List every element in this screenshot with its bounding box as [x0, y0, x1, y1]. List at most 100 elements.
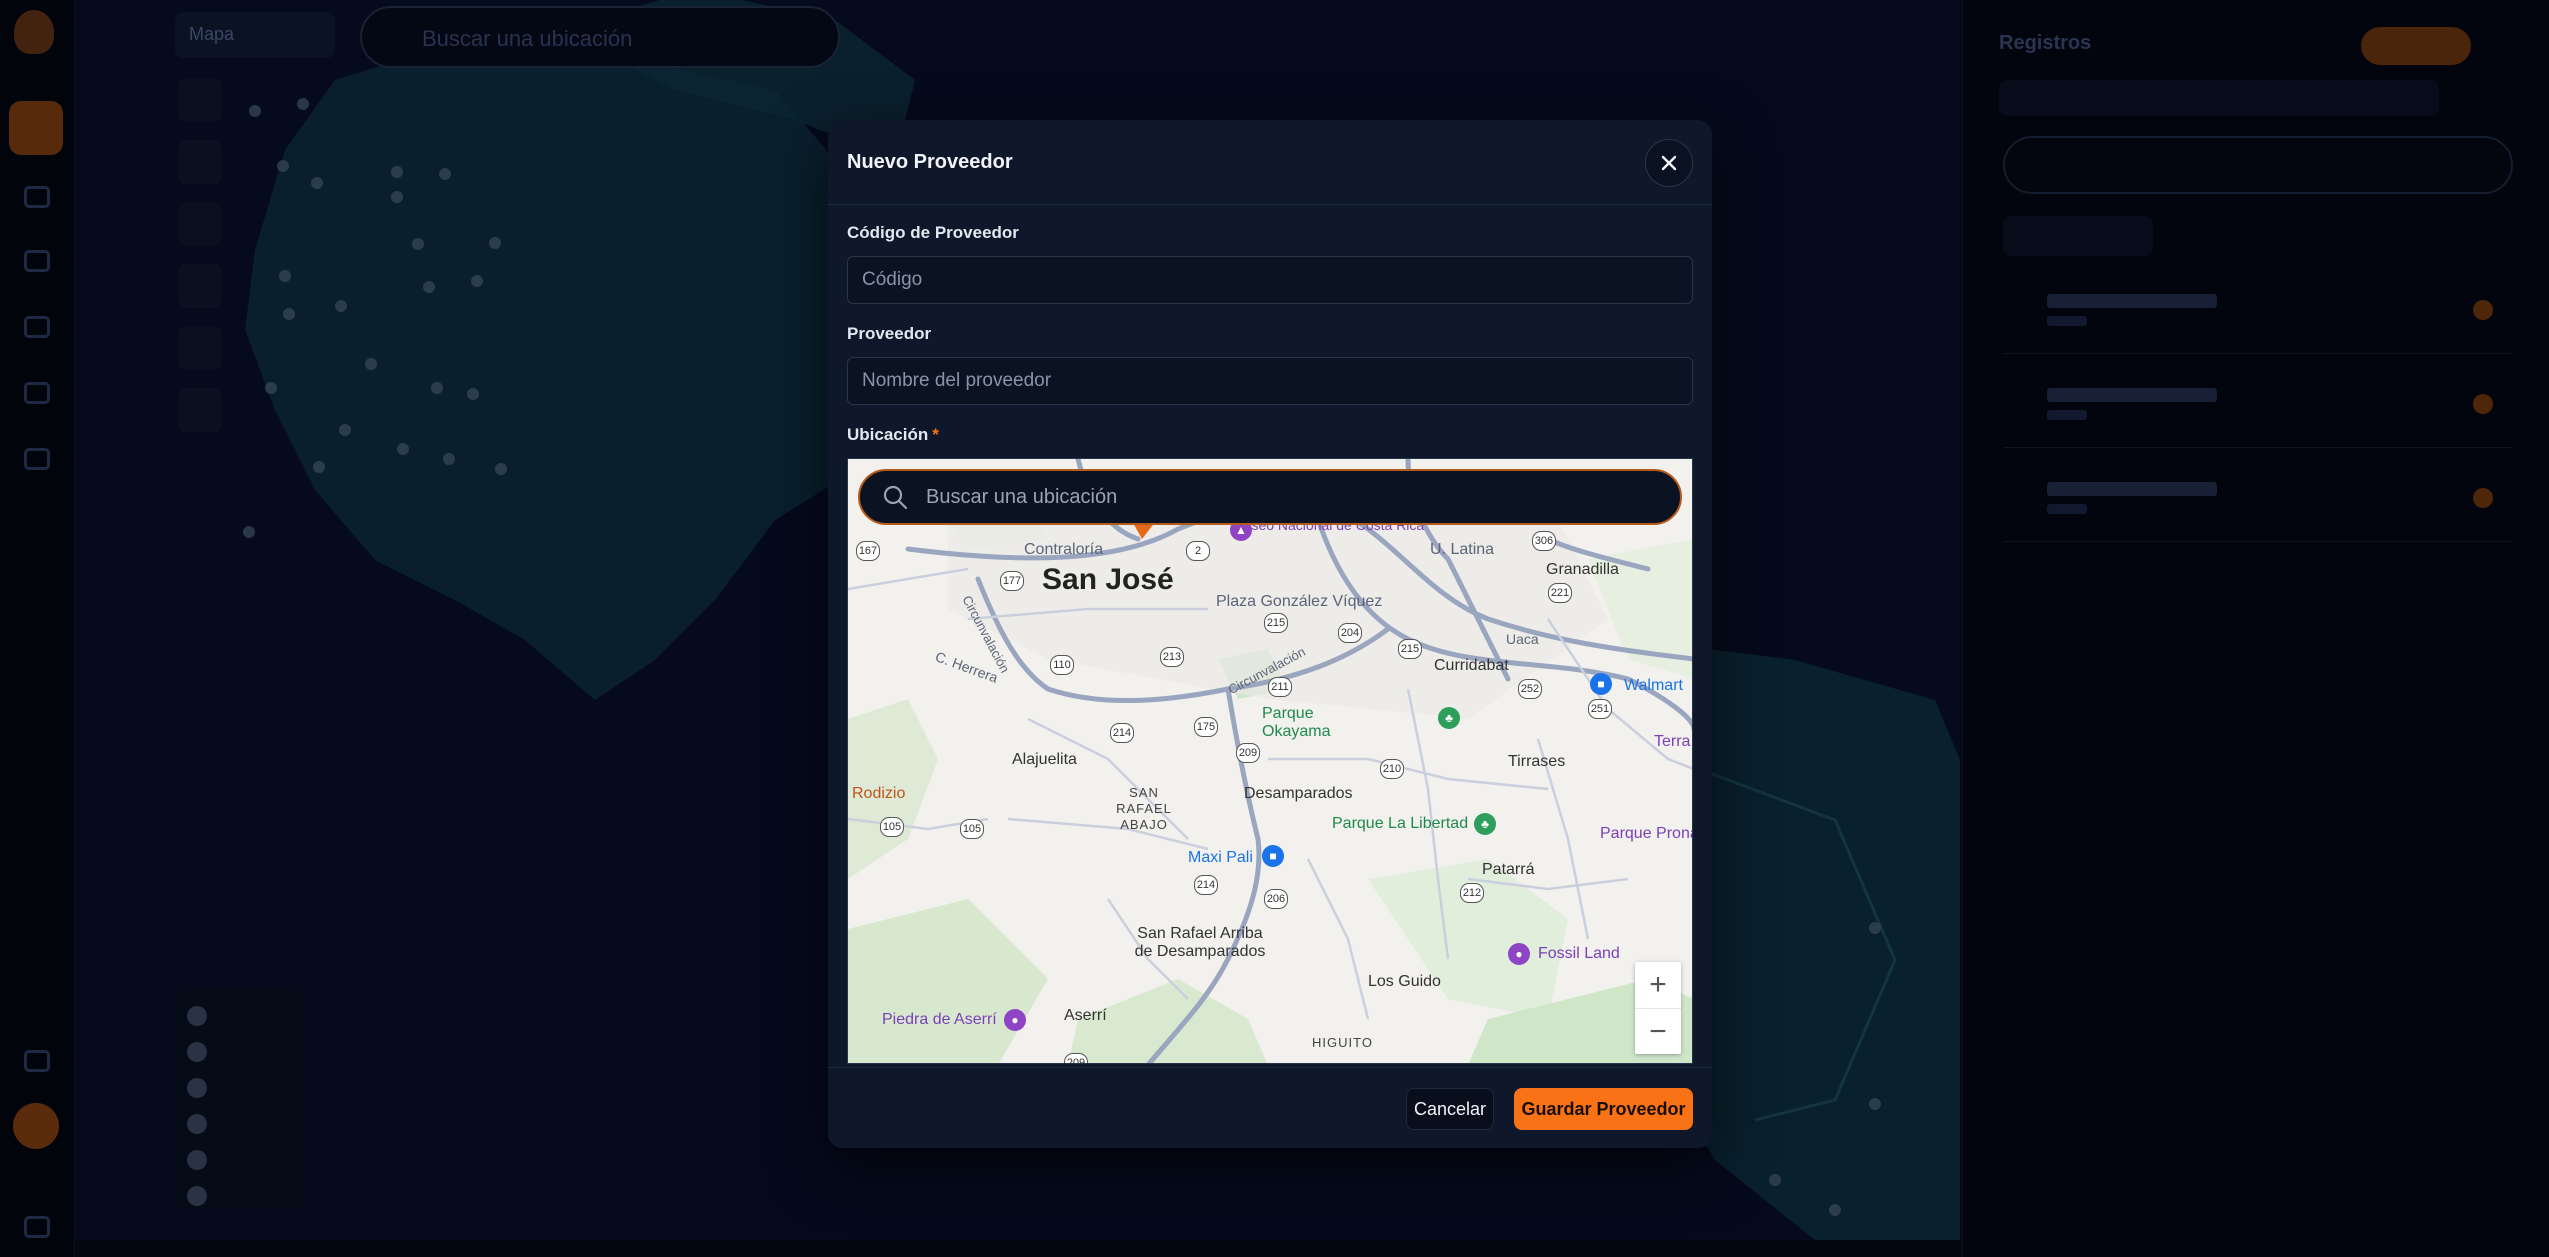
- road-shield: 252: [1518, 679, 1542, 699]
- map-label-walmart: Walmart: [1624, 677, 1683, 694]
- map-label-parque-libertad: Parque La Libertad: [1332, 815, 1469, 832]
- map-label-san-jose: San José: [1042, 563, 1174, 596]
- road-shield: 211: [1268, 677, 1292, 697]
- new-supplier-dialog: Nuevo Proveedor Código de Proveedor Prov…: [828, 120, 1712, 1148]
- dialog-header: Nuevo Proveedor: [828, 120, 1712, 205]
- road-shield: 110: [1050, 655, 1074, 675]
- road-shield: 214: [1110, 723, 1134, 743]
- records-filter-chips[interactable]: [1999, 80, 2439, 116]
- road-shield: 251: [1588, 699, 1612, 719]
- location-map[interactable]: San José Contraloría Museo Nacional de C…: [847, 458, 1693, 1064]
- map-label-desamparados: Desamparados: [1244, 785, 1353, 802]
- nav-settings-icon[interactable]: [24, 382, 50, 404]
- dialog-footer: Cancelar Guardar Proveedor: [828, 1067, 1712, 1148]
- map-label-plaza: Plaza González Víquez: [1216, 593, 1383, 610]
- records-search-input[interactable]: [2003, 136, 2513, 194]
- map-label-fossil-land: Fossil Land: [1538, 945, 1620, 962]
- map-label-maxi-pali: Maxi Pali: [1188, 849, 1253, 866]
- background-search-input[interactable]: Buscar una ubicación: [360, 6, 840, 68]
- map-search-bar[interactable]: [858, 469, 1682, 525]
- attraction-pin-icon[interactable]: ●: [1004, 1009, 1026, 1031]
- map-label-parque-okayama: Parque Okayama: [1262, 705, 1331, 740]
- nav-logout-icon[interactable]: [24, 1216, 50, 1238]
- left-nav-rail: [0, 0, 75, 1257]
- road-shield: 213: [1160, 647, 1184, 667]
- map-label-alajuelita: Alajuelita: [1012, 751, 1077, 768]
- cancel-button[interactable]: Cancelar: [1406, 1088, 1494, 1130]
- road-shield: 2: [1186, 541, 1210, 561]
- map-label-tirrases: Tirrases: [1508, 753, 1566, 770]
- road-shield: 177: [1000, 571, 1024, 591]
- map-label-terra: Terra: [1654, 733, 1691, 750]
- dialog-title: Nuevo Proveedor: [847, 150, 1013, 173]
- road-shield: 204: [1338, 623, 1362, 643]
- bottom-status-bar: [75, 1240, 1960, 1257]
- map-label-aserri: Aserrí: [1064, 1007, 1107, 1024]
- records-action-button[interactable]: [2361, 27, 2471, 65]
- nav-help-icon[interactable]: [24, 1050, 50, 1072]
- attraction-pin-icon[interactable]: ●: [1508, 943, 1530, 965]
- map-label-san-rafael-abajo: SAN RAFAEL ABAJO: [1116, 785, 1172, 832]
- location-label-text: Ubicación: [847, 425, 929, 444]
- search-icon: [883, 485, 908, 510]
- close-icon: [1661, 155, 1677, 171]
- zoom-out-tool-icon[interactable]: [178, 140, 222, 184]
- dialog-body: Código de Proveedor Proveedor Ubicación*: [828, 205, 1712, 1064]
- map-label-u-latina: U. Latina: [1430, 541, 1495, 558]
- zoom-out-button[interactable]: −: [1635, 1008, 1681, 1054]
- nav-map-icon[interactable]: [9, 101, 63, 155]
- supplier-code-input[interactable]: [847, 256, 1693, 304]
- records-title: Registros: [1999, 32, 2092, 54]
- road-shield: 105: [880, 817, 904, 837]
- map-label-curridabat: Curridabat: [1434, 657, 1509, 674]
- nav-alerts-icon[interactable]: [24, 316, 50, 338]
- map-search-input[interactable]: [926, 485, 1658, 509]
- park-pin-icon[interactable]: ♣: [1474, 813, 1496, 835]
- road-shield: 209: [1236, 743, 1260, 763]
- road-shield: 167: [856, 541, 880, 561]
- code-label: Código de Proveedor: [847, 223, 1019, 242]
- camera-tool-icon[interactable]: [178, 388, 222, 432]
- records-tabs[interactable]: [2003, 216, 2153, 256]
- map-zoom-controls: + −: [1635, 962, 1681, 1054]
- map-label-los-guido: Los Guido: [1368, 973, 1441, 990]
- nav-monitor-icon[interactable]: [24, 250, 50, 272]
- shop-pin-icon[interactable]: ■: [1590, 673, 1612, 695]
- map-tools: [178, 78, 222, 432]
- map-label-san-rafael-arriba: San Rafael Arriba de Desamparados: [1134, 925, 1266, 960]
- nav-reports-icon[interactable]: [24, 448, 50, 470]
- locate-tool-icon[interactable]: [178, 326, 222, 370]
- list-item[interactable]: [2003, 370, 2513, 448]
- supplier-name-input[interactable]: [847, 357, 1693, 405]
- app-logo: [14, 10, 54, 54]
- layers-tool-icon[interactable]: [178, 264, 222, 308]
- list-item[interactable]: [2003, 276, 2513, 354]
- road-shield: 221: [1548, 583, 1572, 603]
- fullscreen-tool-icon[interactable]: [178, 202, 222, 246]
- supplier-name-label: Proveedor: [847, 324, 932, 343]
- user-avatar[interactable]: [13, 1103, 59, 1149]
- road-shield: 209: [1064, 1053, 1088, 1063]
- map-label-parque-prona: Parque Prona: [1600, 825, 1693, 842]
- road-shield: 215: [1264, 613, 1288, 633]
- required-mark: *: [932, 425, 939, 444]
- shop-pin-icon[interactable]: ■: [1262, 845, 1284, 867]
- map-label-piedra-aserri: Piedra de Aserrí: [882, 1011, 997, 1028]
- close-button[interactable]: [1645, 139, 1693, 187]
- map-label-higuito: HIGUITO: [1312, 1035, 1373, 1050]
- location-label: Ubicación *: [847, 425, 1693, 445]
- road-shield: 212: [1460, 883, 1484, 903]
- save-supplier-button[interactable]: Guardar Proveedor: [1514, 1088, 1693, 1130]
- park-pin-icon[interactable]: ♣: [1438, 707, 1460, 729]
- records-panel: Registros: [1962, 0, 2549, 1257]
- map-label-granadilla: Granadilla: [1546, 561, 1619, 578]
- zoom-in-button[interactable]: +: [1635, 962, 1681, 1008]
- zoom-in-tool-icon[interactable]: [178, 78, 222, 122]
- list-item[interactable]: [2003, 464, 2513, 542]
- layer-select[interactable]: Mapa: [175, 12, 335, 58]
- road-shield: 214: [1194, 875, 1218, 895]
- map-label-uaca: Uaca: [1506, 631, 1539, 647]
- map-legend: [175, 990, 305, 1208]
- nav-messages-icon[interactable]: [24, 186, 50, 208]
- road-shield: 175: [1194, 717, 1218, 737]
